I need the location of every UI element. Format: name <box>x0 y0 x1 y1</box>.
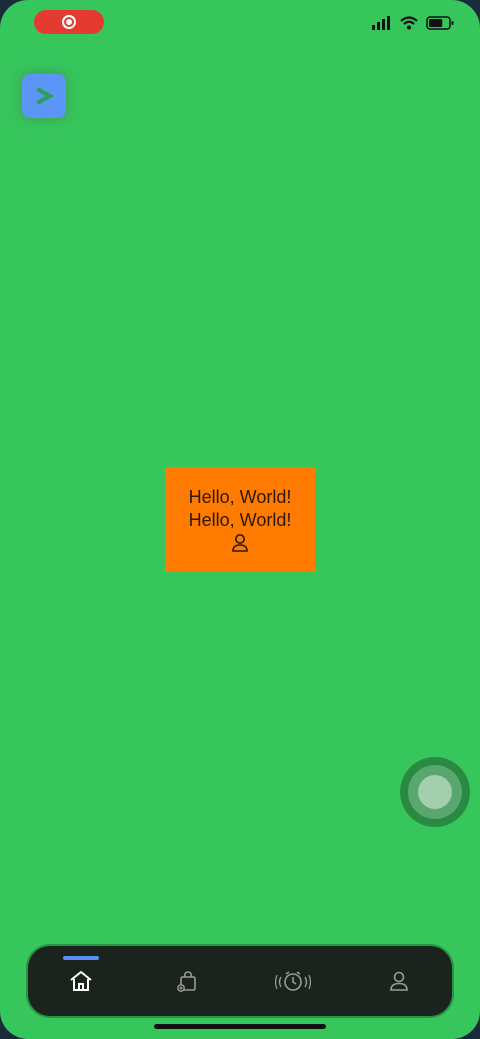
screen-recording-indicator[interactable] <box>34 10 104 34</box>
person-icon <box>232 534 248 552</box>
hello-card: Hello, World! Hello, World! <box>165 467 315 572</box>
battery-icon <box>426 16 454 30</box>
screen-record-icon <box>62 15 76 29</box>
person-icon <box>390 971 408 991</box>
tab-bar <box>28 946 452 1016</box>
tab-home[interactable] <box>28 946 134 1016</box>
home-indicator[interactable] <box>154 1024 326 1029</box>
tab-selected-indicator <box>63 956 99 960</box>
home-icon <box>70 971 92 991</box>
chevron-right-icon <box>36 87 55 105</box>
wifi-icon <box>400 16 418 30</box>
tab-shopping[interactable] <box>134 946 240 1016</box>
assistive-touch-button[interactable] <box>400 757 470 827</box>
assistive-touch-core <box>418 775 452 809</box>
app-screen: Hello, World! Hello, World! <box>0 0 480 1039</box>
status-bar <box>0 0 480 48</box>
hello-text-2: Hello, World! <box>188 510 292 530</box>
tab-alarm[interactable] <box>240 946 346 1016</box>
assistive-touch-ring <box>408 765 462 819</box>
cellular-signal-icon <box>372 16 390 30</box>
hello-text-1: Hello, World! <box>188 487 292 507</box>
shopping-bag-icon <box>177 971 196 992</box>
floating-expand-button[interactable] <box>22 74 66 118</box>
tab-profile[interactable] <box>346 946 452 1016</box>
alarm-clock-icon <box>275 971 311 991</box>
status-icons <box>372 16 454 30</box>
